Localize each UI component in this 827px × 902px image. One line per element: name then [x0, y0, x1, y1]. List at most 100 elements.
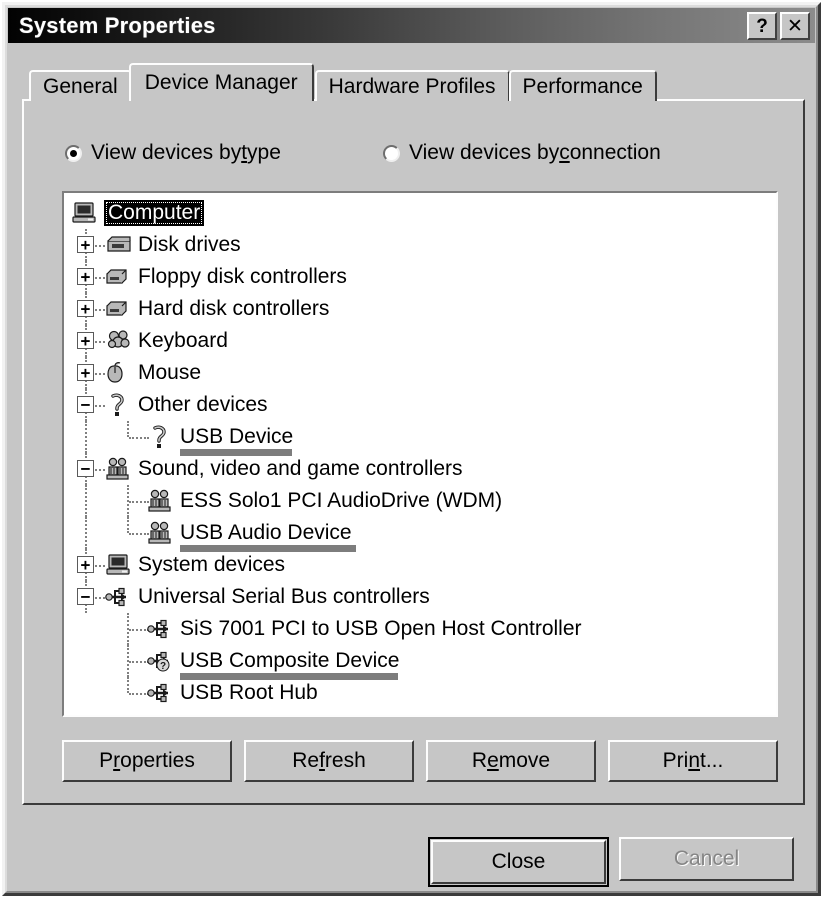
- tree-expand-icon[interactable]: +: [77, 364, 94, 381]
- tree-item-label: ESS Solo1 PCI AudioDrive (WDM): [180, 489, 503, 512]
- tree-item[interactable]: USB Audio Device: [64, 517, 776, 552]
- tree-item[interactable]: + Floppy disk controllers: [64, 261, 776, 293]
- radio-dot-selected-icon: [65, 144, 82, 162]
- properties-label-pre: P: [99, 749, 114, 772]
- radio-view-by-connection[interactable]: View devices by c onnection: [383, 141, 661, 165]
- remove-accel: e: [487, 749, 499, 772]
- window-title: System Properties: [19, 13, 216, 38]
- controller-icon: [104, 296, 134, 322]
- sound-icon: [146, 488, 176, 514]
- tree-item[interactable]: ? USB Composite Device: [64, 645, 776, 680]
- usb-icon: [146, 680, 176, 706]
- radio-label-by-connection-post: onnection: [569, 141, 661, 164]
- device-tree-view[interactable]: Computer + Disk drives + Floppy disk control…: [62, 191, 778, 717]
- cancel-button: Cancel: [619, 837, 794, 881]
- usb-question-icon: ?: [146, 648, 176, 674]
- sound-icon: [146, 520, 176, 546]
- sound-icon: [104, 456, 134, 482]
- print-accel: n: [688, 749, 700, 772]
- print-button[interactable]: Pri n t...: [608, 740, 778, 782]
- tab-hardware-profiles[interactable]: Hardware Profiles: [314, 70, 510, 101]
- dialog-buttons: Close Cancel: [428, 837, 794, 887]
- properties-label-post: operties: [120, 749, 195, 772]
- disk-drive-icon: [104, 232, 134, 258]
- tree-expand-icon[interactable]: +: [77, 236, 94, 253]
- controller-icon: [104, 264, 134, 290]
- close-button[interactable]: Close: [431, 840, 606, 884]
- print-label-pre: Pri: [662, 749, 689, 772]
- tree-item[interactable]: + Hard disk controllers: [64, 293, 776, 325]
- refresh-label-pre: Re: [292, 749, 320, 772]
- unknown-device-icon: [146, 424, 176, 450]
- tree-item[interactable]: ESS Solo1 PCI AudioDrive (WDM): [64, 485, 776, 517]
- tree-expand-icon[interactable]: +: [77, 556, 94, 573]
- tree-item-label: Keyboard: [138, 329, 228, 352]
- tree-item-label: Sound, video and game controllers: [138, 457, 463, 480]
- device-tree-root: Computer + Disk drives + Floppy disk control…: [64, 193, 776, 709]
- mouse-icon: [104, 360, 134, 386]
- tree-item-label: USB Device: [180, 425, 294, 448]
- tree-item-label: Computer: [104, 200, 205, 226]
- usb-icon: [146, 616, 176, 642]
- tree-item[interactable]: + System devices: [64, 549, 776, 581]
- close-button-default-frame: Close: [428, 837, 609, 887]
- tree-item-label: USB Composite Device: [180, 649, 400, 672]
- tree-connector-vertical: [127, 421, 129, 437]
- tab-device-manager[interactable]: Device Manager: [128, 63, 314, 101]
- tree-item-label: SiS 7001 PCI to USB Open Host Controller: [180, 617, 582, 640]
- tree-collapse-icon[interactable]: −: [77, 460, 94, 477]
- tree-item[interactable]: USB Root Hub: [64, 677, 776, 709]
- tree-item[interactable]: SiS 7001 PCI to USB Open Host Controller: [64, 613, 776, 645]
- tree-item[interactable]: + Keyboard: [64, 325, 776, 357]
- radio-label-by-connection-pre: View devices by: [409, 141, 560, 164]
- tab-performance[interactable]: Performance: [508, 70, 657, 101]
- remove-label-pre: R: [471, 749, 488, 772]
- radio-view-by-type[interactable]: View devices by t ype: [65, 141, 281, 165]
- tree-expand-icon[interactable]: +: [77, 332, 94, 349]
- tree-item-label: Universal Serial Bus controllers: [138, 585, 430, 608]
- close-icon[interactable]: ✕: [780, 12, 810, 40]
- tree-item[interactable]: + Disk drives: [64, 229, 776, 261]
- tree-connector-vertical: [85, 485, 87, 517]
- tree-item[interactable]: USB Device: [64, 421, 776, 456]
- title-bar-buttons: ? ✕: [747, 12, 810, 40]
- tree-item-label: System devices: [138, 553, 286, 576]
- tree-item[interactable]: Computer: [64, 197, 776, 229]
- tree-item[interactable]: − Sound, video and game controllers: [64, 453, 776, 485]
- tree-item-label: Disk drives: [138, 233, 241, 256]
- title-bar[interactable]: System Properties ? ✕: [8, 8, 815, 43]
- refresh-label-post: resh: [324, 749, 366, 772]
- help-button[interactable]: ?: [747, 12, 777, 40]
- tab-general[interactable]: General: [29, 70, 132, 101]
- radio-dot-icon: [383, 144, 400, 162]
- unknown-device-icon: [104, 392, 134, 418]
- radio-accel-by-connection: c: [559, 141, 570, 164]
- properties-button[interactable]: Pr operties: [62, 740, 232, 782]
- tree-item[interactable]: − Other devices: [64, 389, 776, 421]
- tree-item-label: Floppy disk controllers: [138, 265, 347, 288]
- tree-collapse-icon[interactable]: −: [77, 396, 94, 413]
- tree-item[interactable]: − Universal Serial Bus controllers: [64, 581, 776, 613]
- tree-item-label: Mouse: [138, 361, 202, 384]
- tree-item-label: USB Audio Device: [180, 521, 352, 544]
- tree-item-label: USB Root Hub: [180, 681, 318, 704]
- radio-label-by-type-post: ype: [247, 141, 281, 164]
- usb-icon: [104, 584, 134, 610]
- remove-label-post: move: [498, 749, 551, 772]
- print-label-post: t...: [700, 749, 724, 772]
- device-action-buttons: Pr operties Re f resh Re move Pri n t...: [62, 740, 778, 782]
- system-properties-window: System Properties ? ✕ General Device Man…: [2, 2, 821, 896]
- tree-connector-vertical: [127, 677, 129, 693]
- refresh-button[interactable]: Re f resh: [244, 740, 414, 782]
- tree-collapse-icon[interactable]: −: [77, 588, 94, 605]
- tree-connector-vertical: [85, 517, 87, 549]
- remove-button[interactable]: Re move: [426, 740, 596, 782]
- tab-strip: General Device Manager Hardware Profiles…: [29, 63, 657, 101]
- view-mode-radio-group: View devices by t ype View devices by c on…: [45, 141, 788, 171]
- tree-expand-icon[interactable]: +: [77, 268, 94, 285]
- tree-expand-icon[interactable]: +: [77, 300, 94, 317]
- tree-item[interactable]: + Mouse: [64, 357, 776, 389]
- computer-icon: [104, 552, 134, 578]
- keyboard-icon: [104, 328, 134, 354]
- properties-accel: r: [113, 749, 121, 772]
